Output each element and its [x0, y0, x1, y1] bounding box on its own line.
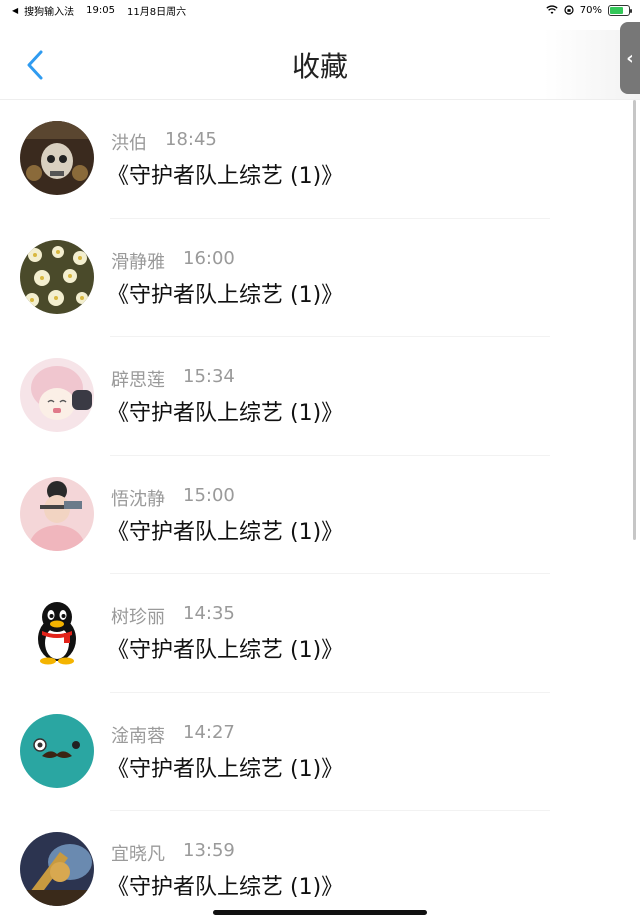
wifi-icon	[546, 5, 558, 14]
message-time: 15:00	[183, 484, 235, 506]
status-bar: ◀ 搜狗输入法 19:05 11月8日周六 70%	[0, 0, 640, 20]
message-time: 14:35	[183, 603, 235, 624]
message-text: 《守护者队上综艺 (1)》	[107, 638, 344, 663]
contact-name: 淦南蓉	[111, 725, 165, 747]
contact-name: 悟沈静	[111, 488, 165, 510]
message-time: 15:34	[183, 366, 235, 387]
flowers-avatar-image	[20, 239, 94, 314]
contact-name: 滑静雅	[111, 251, 165, 273]
message-time: 13:59	[183, 840, 235, 861]
penguin-avatar-icon	[38, 602, 76, 665]
avatar	[20, 595, 94, 669]
avatar	[20, 358, 94, 432]
status-date: 11月8日周六	[126, 6, 187, 18]
person-avatar-image	[20, 476, 94, 551]
message-text: 《守护者队上综艺 (1)》	[107, 164, 344, 189]
mustache-avatar-icon	[20, 713, 94, 788]
contact-name: 宜晓凡	[111, 844, 165, 865]
status-right: 70%	[546, 4, 632, 16]
nav-bar: 收藏	[0, 30, 640, 100]
back-to-app-icon[interactable]: ◀	[12, 6, 18, 15]
list-item[interactable]: 淦南蓉 14:27 《守护者队上综艺 (1)》	[0, 693, 640, 812]
message-text: 《守护者队上综艺 (1)》	[107, 756, 344, 782]
status-left: ◀ 搜狗输入法 19:05 11月8日周六	[12, 3, 186, 18]
message-time: 16:00	[183, 247, 235, 269]
avatar	[20, 832, 94, 906]
back-button[interactable]	[18, 46, 52, 84]
scrollbar[interactable]	[633, 100, 636, 540]
list-item[interactable]: 滑静雅 16:00 《守护者队上综艺 (1)》	[0, 219, 640, 338]
message-time: 14:27	[183, 721, 235, 743]
battery-level	[610, 6, 623, 14]
message-text: 《守护者队上综艺 (1)》	[107, 401, 344, 426]
side-panel-handle[interactable]: ‹	[620, 22, 640, 94]
chevron-left-icon: ‹	[626, 47, 634, 69]
orientation-lock-icon	[564, 5, 574, 15]
avatar	[20, 713, 94, 788]
home-indicator[interactable]	[213, 910, 427, 915]
status-time: 19:05	[86, 4, 115, 16]
anime-girl-avatar-image	[20, 358, 94, 432]
chevron-left-icon	[27, 50, 43, 80]
favorites-list: 洪伯 18:45 《守护者队上综艺 (1)》 滑静雅 16:00 《守护者队上综…	[0, 100, 640, 921]
avatar	[20, 121, 94, 195]
battery-percent: 70%	[579, 4, 602, 16]
game-character-avatar-image	[20, 832, 94, 906]
message-time: 18:45	[165, 129, 217, 150]
contact-name: 洪伯	[111, 133, 147, 154]
avatar	[20, 239, 94, 314]
list-item[interactable]: 宜晓凡 13:59 《守护者队上综艺 (1)》	[0, 811, 640, 921]
message-text: 《守护者队上综艺 (1)》	[107, 519, 344, 545]
contact-name: 辟思莲	[111, 370, 165, 391]
contact-name: 树珍丽	[111, 607, 165, 628]
list-item[interactable]: 辟思莲 15:34 《守护者队上综艺 (1)》	[0, 337, 640, 456]
message-text: 《守护者队上综艺 (1)》	[107, 875, 344, 900]
page-title: 收藏	[291, 49, 348, 83]
skull-avatar-image	[20, 121, 94, 195]
back-to-app-label[interactable]: 搜狗输入法	[24, 3, 74, 18]
list-item[interactable]: 洪伯 18:45 《守护者队上综艺 (1)》	[0, 100, 640, 219]
list-item[interactable]: 悟沈静 15:00 《守护者队上综艺 (1)》	[0, 456, 640, 575]
message-text: 《守护者队上综艺 (1)》	[107, 282, 344, 308]
list-item[interactable]: 树珍丽 14:35 《守护者队上综艺 (1)》	[0, 574, 640, 693]
battery-icon	[608, 4, 632, 16]
avatar	[20, 476, 94, 551]
